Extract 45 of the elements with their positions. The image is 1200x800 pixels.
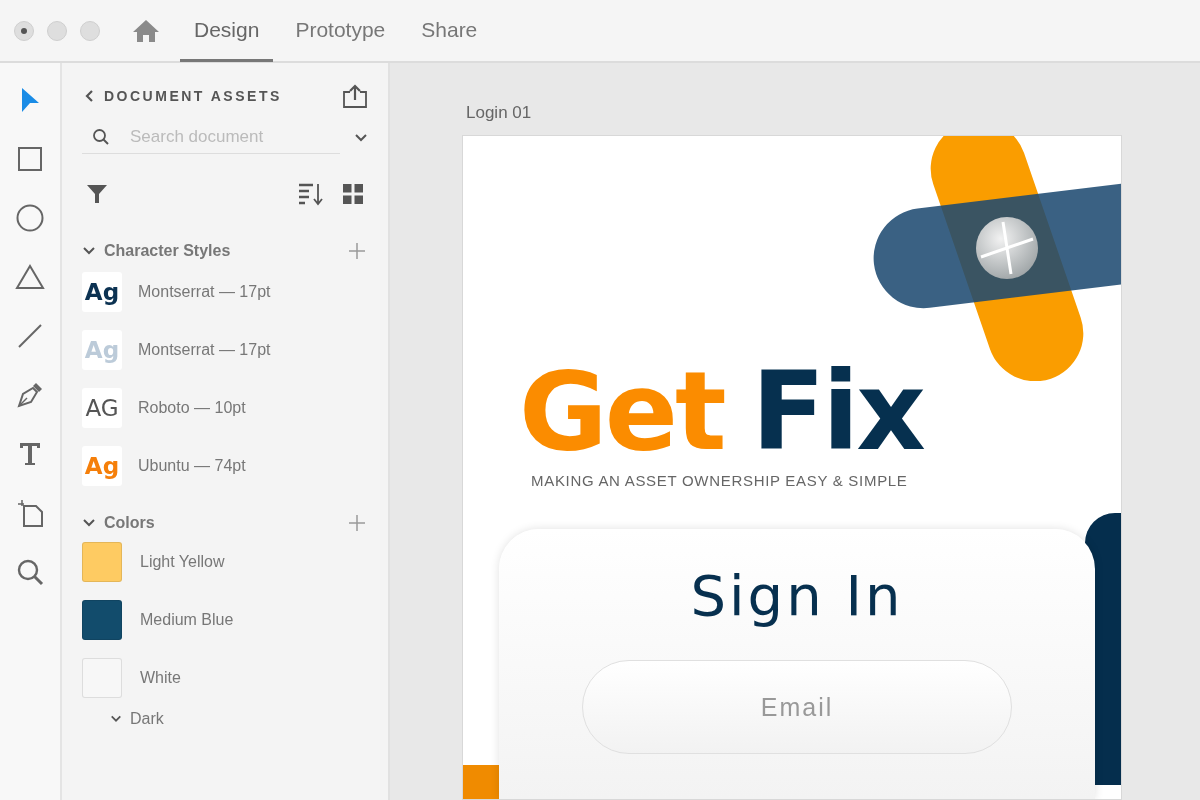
character-style-label: Roboto — 10pt	[138, 399, 246, 417]
select-arrow-icon[interactable]	[19, 86, 41, 114]
home-icon[interactable]	[132, 18, 160, 43]
sort-icon[interactable]	[298, 182, 324, 206]
color-swatch[interactable]	[82, 658, 122, 698]
type-sample[interactable]: Ag	[82, 272, 122, 312]
search-icon	[92, 128, 110, 146]
color-swatch[interactable]	[82, 542, 122, 582]
group-label: Dark	[130, 710, 164, 728]
color-name: White	[140, 669, 181, 687]
close-window-button[interactable]	[14, 20, 34, 41]
rectangle-icon[interactable]	[17, 146, 43, 172]
card-heading: Sign In	[690, 563, 904, 628]
back-chevron-icon[interactable]	[84, 89, 94, 103]
character-style-label: Montserrat — 17pt	[138, 341, 271, 359]
export-icon[interactable]	[342, 83, 368, 109]
dropdown-chevron-icon[interactable]	[354, 132, 368, 143]
section-title: Character Styles	[104, 242, 231, 260]
zoom-icon[interactable]	[16, 558, 44, 586]
pen-icon[interactable]	[16, 381, 44, 409]
color-swatch[interactable]	[82, 600, 122, 640]
line-icon[interactable]	[17, 323, 43, 349]
corner-shape	[463, 765, 499, 799]
grid-view-icon[interactable]	[342, 183, 364, 205]
section-title: Colors	[104, 514, 155, 532]
triangle-icon[interactable]	[15, 264, 45, 290]
color-name: Medium Blue	[140, 611, 234, 629]
character-style-label: Montserrat — 17pt	[138, 283, 271, 301]
character-style-label: Ubuntu — 74pt	[138, 457, 246, 475]
text-tool-icon[interactable]	[18, 441, 42, 467]
type-sample[interactable]: AG	[82, 388, 122, 428]
artboard-name[interactable]: Login 01	[462, 103, 1200, 123]
nav-tab[interactable]: Share	[407, 1, 492, 62]
type-sample[interactable]: Ag	[82, 446, 122, 486]
color-name: Light Yellow	[140, 553, 225, 571]
ellipse-icon[interactable]	[16, 204, 44, 232]
tagline: MAKING AN ASSET OWNERSHIP EASY & SIMPLE	[530, 472, 909, 489]
email-field[interactable]: Email	[582, 660, 1012, 754]
search-field[interactable]: Search document	[130, 127, 310, 147]
filter-icon[interactable]	[86, 183, 108, 205]
artboard-icon[interactable]	[16, 498, 44, 528]
panel-title: DOCUMENT ASSETS	[104, 88, 282, 104]
logo-word: Get	[519, 358, 724, 466]
nav-tab[interactable]: Prototype	[281, 1, 400, 62]
logo-word: Fix	[751, 358, 923, 466]
